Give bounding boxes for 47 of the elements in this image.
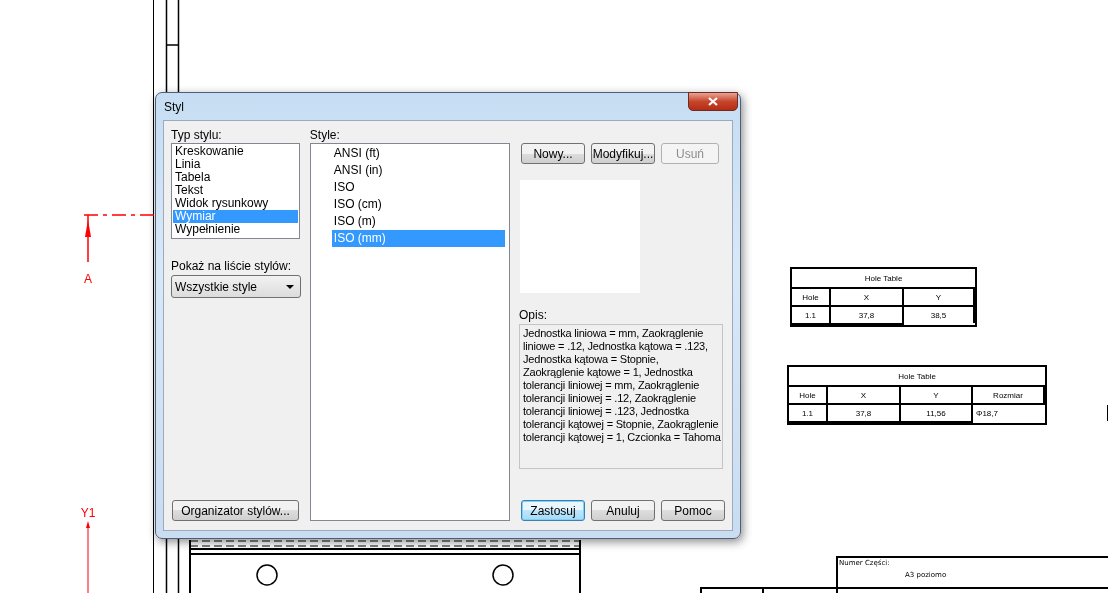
organizer-button[interactable]: Organizator stylów... <box>172 500 299 521</box>
dropdown-value: Wszystkie style <box>175 279 257 294</box>
list-item[interactable]: ISO (m) <box>331 213 505 230</box>
column-header: Y <box>901 387 973 405</box>
table-title: Hole Table <box>792 269 975 289</box>
list-item[interactable]: Wypełnienie <box>173 223 298 236</box>
caret-icon <box>285 284 294 289</box>
dialog-button[interactable]: Pomoc <box>661 500 725 521</box>
axis-line <box>86 521 90 593</box>
list-item[interactable]: ANSI (ft) <box>331 145 505 162</box>
table-cell: 1.1 <box>789 405 828 423</box>
table-cell: Φ18,7 <box>973 405 1108 421</box>
table-cell: 37,8 <box>831 307 904 325</box>
action-button[interactable]: Modyfikuj... <box>591 143 655 164</box>
axis-label: Y1 <box>80 506 96 520</box>
section-label: A <box>84 272 92 286</box>
column-header: X <box>831 289 904 307</box>
close-button[interactable] <box>688 92 738 111</box>
table-cell: 37,8 <box>828 405 901 423</box>
column-header: X <box>828 387 901 405</box>
column-header: Rozmiar <box>973 387 1045 405</box>
style-filter-dropdown[interactable]: Wszystkie style <box>171 275 301 298</box>
table-cell: 38,5 <box>904 307 975 323</box>
dialog-button[interactable]: Zastosuj <box>521 500 585 521</box>
column-header: Hole <box>789 387 828 405</box>
field-label: Pokaż na liście stylów: <box>171 259 293 273</box>
list-item[interactable]: ISO <box>331 179 505 196</box>
list-item[interactable]: Tabela <box>173 171 298 184</box>
description-text: Jednostka liniowa = mm, Zaokrąglenie liniowe = .12, Jednostka kątowa = .123, Jednostka kątowa = Stopnie, Zaokrąglenie kątowe = 1, Jednostka tolerancji liniowej = mm, Zaokrąglenie tolerancji liniowej = .12, Zaokrąglenie tolerancji liniowej = .123, Jednostka tolerancji kątowej = Stopnie, Zaokrąglenie tolerancji kątowej = 1, Czcionka = Tahoma <box>523 327 721 443</box>
column-header: Y <box>904 289 975 307</box>
field-label: Opis: <box>519 308 548 322</box>
window-title: Styl <box>164 100 184 114</box>
table-title: Hole Table <box>789 367 1045 387</box>
list-item[interactable]: Kreskowanie <box>173 145 298 158</box>
list-item[interactable]: Widok rysunkowy <box>173 197 298 210</box>
field-label: Typ stylu: <box>171 128 223 142</box>
table-cell: 1.1 <box>792 307 831 325</box>
list-item[interactable]: Tekst <box>173 184 298 197</box>
close-icon <box>708 97 718 106</box>
field-label: Style: <box>309 128 341 142</box>
action-button[interactable]: Nowy... <box>521 143 585 164</box>
table-cell: 11,56 <box>901 405 973 423</box>
list-item[interactable]: ISO (cm) <box>331 196 505 213</box>
list-item[interactable]: Linia <box>173 158 298 171</box>
list-item[interactable]: ANSI (in) <box>331 162 505 179</box>
column-header: Hole <box>792 289 831 307</box>
dialog-button[interactable]: Anuluj <box>591 500 655 521</box>
